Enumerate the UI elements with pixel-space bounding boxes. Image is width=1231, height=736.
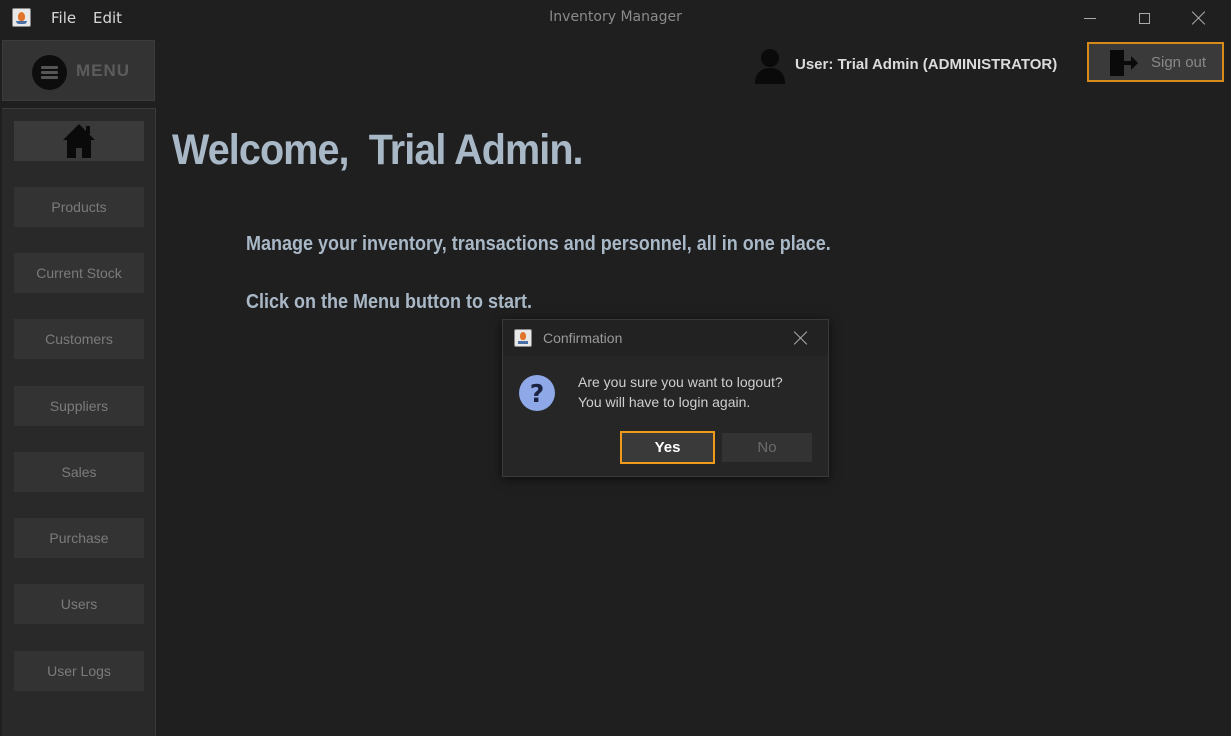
- sidebar-item-purchase[interactable]: Purchase: [14, 518, 144, 558]
- minimize-icon: [1084, 17, 1096, 19]
- dialog-close-button[interactable]: [785, 324, 817, 352]
- user-icon: [755, 49, 785, 84]
- current-user-label: User: Trial Admin (ADMINISTRATOR): [795, 56, 1058, 73]
- sidebar-item-current-stock[interactable]: Current Stock: [14, 253, 144, 293]
- welcome-heading: Welcome, Trial Admin.: [172, 126, 584, 174]
- intro-text: Manage your inventory, transactions and …: [246, 233, 831, 255]
- dialog-title-bar: Confirmation: [503, 320, 828, 356]
- sign-out-button[interactable]: Sign out: [1087, 42, 1224, 82]
- sidebar-item-users[interactable]: Users: [14, 584, 144, 624]
- sidebar-item-products[interactable]: Products: [14, 187, 144, 227]
- yes-button[interactable]: Yes: [620, 431, 715, 464]
- no-button[interactable]: No: [722, 433, 812, 462]
- sidebar-item-sales[interactable]: Sales: [14, 452, 144, 492]
- sidebar-item-customers[interactable]: Customers: [14, 319, 144, 359]
- question-icon: ?: [519, 375, 555, 411]
- home-icon: [63, 124, 95, 158]
- close-icon: [794, 331, 808, 345]
- exit-door-icon: [1110, 50, 1138, 76]
- confirmation-dialog: Confirmation ? Are you sure you want to …: [502, 319, 829, 477]
- minimize-button[interactable]: [1067, 0, 1113, 36]
- java-app-icon: [514, 329, 532, 347]
- hamburger-icon: [32, 55, 67, 90]
- close-window-button[interactable]: [1176, 0, 1222, 36]
- menu-toggle-button[interactable]: MENU: [2, 40, 155, 101]
- maximize-icon: [1138, 12, 1150, 24]
- close-icon: [1192, 11, 1206, 25]
- title-bar: File Edit Inventory Manager: [0, 0, 1231, 36]
- sidebar-item-suppliers[interactable]: Suppliers: [14, 386, 144, 426]
- sign-out-label: Sign out: [1151, 54, 1207, 71]
- home-button[interactable]: [14, 121, 144, 161]
- maximize-button[interactable]: [1121, 0, 1167, 36]
- menu-label: MENU: [76, 61, 131, 80]
- dialog-message-line-1: Are you sure you want to logout?: [578, 374, 783, 390]
- sidebar: Products Current Stock Customers Supplie…: [2, 108, 156, 736]
- dialog-title: Confirmation: [543, 330, 623, 346]
- sidebar-item-user-logs[interactable]: User Logs: [14, 651, 144, 691]
- instruction-text: Click on the Menu button to start.: [246, 291, 532, 313]
- window-title: Inventory Manager: [549, 9, 682, 25]
- dialog-message-line-2: You will have to login again.: [578, 394, 751, 410]
